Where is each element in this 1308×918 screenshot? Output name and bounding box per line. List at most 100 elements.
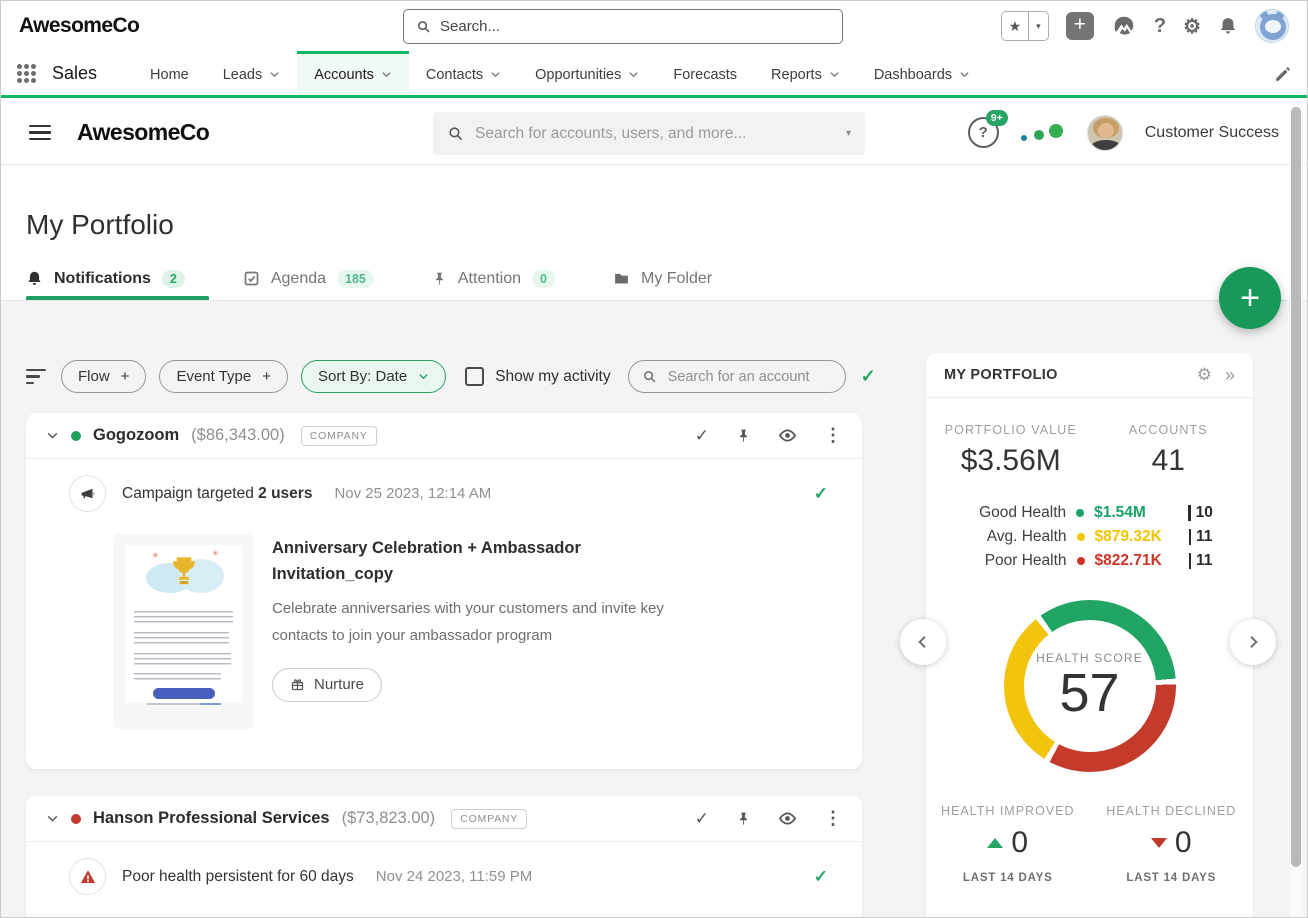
email-cta-button	[152, 688, 215, 699]
tab-label: Agenda	[270, 269, 327, 287]
tab-label: My Folder	[640, 269, 713, 287]
health-row-good[interactable]: Good Health $1.54M 10	[926, 501, 1253, 525]
eye-icon[interactable]	[778, 426, 797, 445]
carousel-left-arrow[interactable]	[900, 619, 946, 665]
stat-label: PORTFOLIO VALUE	[944, 423, 1077, 437]
favorites-caret-icon[interactable]: ▾	[1029, 12, 1048, 40]
global-search-placeholder: Search...	[440, 18, 501, 35]
account-name[interactable]: Gogozoom	[93, 426, 179, 445]
more-options-kebab-icon[interactable]: ⋮	[824, 808, 842, 829]
help-icon[interactable]: ?	[1154, 15, 1166, 38]
email-preview-thumbnail[interactable]: ✳ ✳	[113, 534, 254, 729]
user-avatar-astro[interactable]	[1255, 9, 1289, 43]
tag-label: Nurture	[314, 676, 365, 694]
health-score-donut: HEALTH SCORE 57	[1003, 600, 1176, 772]
good-health-dot	[1076, 509, 1085, 517]
nav-tab-contacts[interactable]: Contacts	[409, 51, 518, 95]
chevron-down-icon[interactable]	[829, 69, 840, 80]
show-my-activity-checkbox[interactable]	[465, 367, 485, 386]
filter-icon[interactable]	[26, 368, 48, 385]
accounts-stat: ACCOUNTS 41	[1090, 423, 1248, 478]
collapse-chevron-icon[interactable]	[46, 812, 59, 825]
account-search-input[interactable]	[667, 368, 832, 385]
notifications-bell-icon[interactable]	[1218, 16, 1238, 36]
chevron-down-icon	[418, 371, 429, 382]
account-card-header[interactable]: Hanson Professional Services ($73,823.00…	[26, 796, 862, 842]
global-header: AwesomeCo Search... ★ ▾ + ? ⚙	[1, 1, 1307, 51]
tab-label: Notifications	[54, 269, 151, 287]
campaign-tag-nurture[interactable]: Nurture	[272, 667, 383, 702]
health-status-dot	[71, 430, 81, 441]
carousel-right-arrow[interactable]	[1230, 619, 1276, 665]
more-options-kebab-icon[interactable]: ⋮	[824, 425, 842, 446]
sort-by-pill[interactable]: Sort By: Date	[300, 360, 447, 393]
nav-tab-opportunities[interactable]: Opportunities	[518, 51, 656, 95]
mark-done-icon[interactable]: ✓	[695, 426, 709, 446]
nav-tab-accounts[interactable]: Accounts	[297, 51, 409, 95]
pin-icon[interactable]	[736, 428, 751, 443]
chevron-down-icon[interactable]	[381, 69, 392, 80]
gear-icon[interactable]: ⚙	[1197, 365, 1212, 385]
user-name-label[interactable]: Customer Success	[1145, 124, 1279, 142]
company-logo: AwesomeCo	[19, 14, 140, 37]
health-row-avg[interactable]: Avg. Health $879.32K 11	[926, 525, 1253, 549]
filter-flow-pill[interactable]: Flow +	[61, 360, 147, 393]
pin-icon[interactable]	[736, 811, 751, 826]
nav-tab-home[interactable]: Home	[133, 51, 206, 95]
warning-triangle-icon	[69, 858, 106, 895]
scrollbar-thumb[interactable]	[1291, 107, 1301, 867]
accounts-count: 41	[1151, 444, 1185, 477]
tab-attention[interactable]: Attention 0	[432, 257, 555, 300]
tab-agenda[interactable]: Agenda 185	[243, 257, 374, 300]
tab-my-folder[interactable]: My Folder	[613, 257, 712, 300]
search-scope-caret-icon[interactable]: ▾	[846, 128, 851, 139]
search-icon	[447, 125, 464, 142]
mark-done-icon[interactable]: ✓	[695, 809, 709, 829]
portfolio-value: $3.56M	[960, 444, 1061, 477]
filter-event-type-pill[interactable]: Event Type +	[159, 360, 288, 393]
account-search-pill[interactable]	[627, 360, 846, 393]
favorites-control[interactable]: ★ ▾	[1000, 11, 1049, 41]
portfolio-stats: PORTFOLIO VALUE $3.56M ACCOUNTS 41	[926, 398, 1253, 478]
account-name[interactable]: Hanson Professional Services	[93, 809, 330, 828]
setup-gear-icon[interactable]: ⚙	[1183, 14, 1201, 39]
stat-label: ACCOUNTS	[1128, 423, 1208, 437]
dismiss-check-icon[interactable]: ✓	[814, 484, 842, 504]
user-avatar-photo[interactable]	[1086, 114, 1123, 151]
app-search-input[interactable]	[475, 124, 835, 143]
account-card-header[interactable]: Gogozoom ($86,343.00) COMPANY ✓ ⋮	[26, 413, 862, 459]
page-tabs: Notifications 2 Agenda 185 Attention 0 M…	[1, 257, 1307, 301]
edit-pencil-icon[interactable]	[1274, 66, 1291, 83]
trend-down-icon	[1150, 838, 1167, 848]
notification-row[interactable]: Campaign targeted 2 users Nov 25 2023, 1…	[26, 459, 862, 512]
global-actions-button[interactable]: +	[1065, 12, 1094, 40]
menu-hamburger-icon[interactable]	[29, 124, 51, 141]
nav-tab-leads[interactable]: Leads	[206, 51, 298, 95]
app-name[interactable]: Sales	[52, 63, 97, 84]
notification-row[interactable]: Poor health persistent for 60 days Nov 2…	[26, 842, 862, 895]
collapse-panel-icon[interactable]: »	[1225, 365, 1235, 386]
health-declined-stat: HEALTH DECLINED 0 LAST 14 DAYS	[1106, 804, 1237, 884]
help-question-icon[interactable]: ? 9+	[967, 110, 1008, 148]
chevron-down-icon[interactable]	[490, 69, 501, 80]
global-search[interactable]: Search...	[403, 9, 843, 44]
health-row-poor[interactable]: Poor Health $822.71K 11	[926, 549, 1253, 573]
dismiss-check-icon[interactable]: ✓	[814, 867, 842, 887]
chevron-down-icon[interactable]	[959, 69, 970, 80]
eye-icon[interactable]	[778, 809, 797, 828]
confetti-icon: ✳	[212, 549, 219, 558]
chevron-down-icon[interactable]	[628, 69, 639, 80]
tab-notifications[interactable]: Notifications 2	[26, 257, 209, 300]
nav-tab-forecasts[interactable]: Forecasts	[656, 51, 754, 95]
star-icon[interactable]: ★	[1002, 12, 1029, 40]
nav-tab-dashboards[interactable]: Dashboards	[857, 51, 987, 95]
app-search-bar[interactable]: ▾	[433, 112, 865, 155]
plus-icon: +	[262, 368, 271, 385]
add-new-fab-button[interactable]: +	[1219, 267, 1281, 329]
portfolio-value-stat: PORTFOLIO VALUE $3.56M	[932, 423, 1090, 478]
chevron-down-icon[interactable]	[269, 69, 280, 80]
nav-tab-reports[interactable]: Reports	[754, 51, 857, 95]
app-launcher-icon[interactable]	[17, 63, 36, 83]
trailhead-icon[interactable]	[1111, 13, 1137, 39]
collapse-chevron-icon[interactable]	[46, 429, 59, 442]
